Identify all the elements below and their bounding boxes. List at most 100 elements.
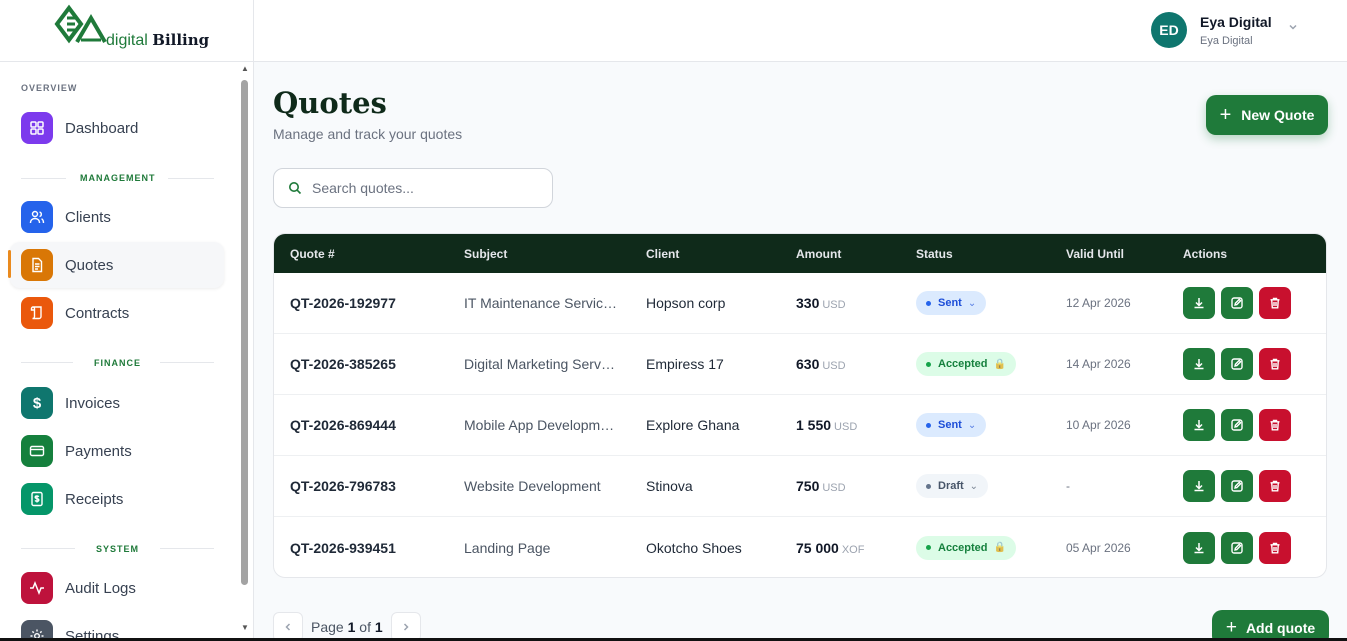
scroll-down-icon[interactable]: ▼ bbox=[240, 623, 250, 632]
sidebar-item-settings[interactable]: Settings bbox=[10, 613, 224, 641]
scrollbar-thumb[interactable] bbox=[241, 80, 248, 585]
next-page-button[interactable] bbox=[390, 612, 421, 641]
download-icon bbox=[1192, 418, 1206, 432]
status-label: Accepted bbox=[938, 541, 988, 554]
status-badge[interactable]: Sent ⌄ bbox=[916, 413, 987, 437]
table-row[interactable]: QT-2026-192977 IT Maintenance Servic… Hops… bbox=[274, 273, 1326, 334]
delete-button[interactable] bbox=[1259, 287, 1291, 319]
status-dot-icon bbox=[926, 422, 931, 428]
receipt-icon bbox=[21, 483, 53, 515]
sidebar-scrollbar[interactable]: ▲ ▼ bbox=[240, 62, 250, 641]
col-header-amount[interactable]: Amount bbox=[796, 247, 841, 261]
quote-client: Hopson corp bbox=[646, 295, 726, 311]
quote-number[interactable]: QT-2026-385265 bbox=[290, 356, 396, 372]
col-header-quote-number[interactable]: Quote # bbox=[290, 247, 335, 261]
app-root: digital Billing OVERVIEW Dashboard MANAG… bbox=[0, 0, 1347, 641]
search-input[interactable] bbox=[312, 180, 532, 196]
status-badge[interactable]: Sent ⌄ bbox=[916, 291, 987, 315]
edit-icon bbox=[1230, 357, 1244, 371]
chevron-down-icon[interactable] bbox=[1287, 21, 1299, 36]
col-header-subject[interactable]: Subject bbox=[464, 247, 507, 261]
download-button[interactable] bbox=[1183, 470, 1215, 502]
chevron-down-icon: ⌄ bbox=[967, 419, 977, 431]
quote-number[interactable]: QT-2026-869444 bbox=[290, 417, 396, 433]
amount-currency: USD bbox=[822, 360, 846, 372]
delete-button[interactable] bbox=[1259, 470, 1291, 502]
logo[interactable]: digital Billing bbox=[0, 0, 253, 62]
sidebar-item-clients[interactable]: Clients bbox=[10, 194, 224, 240]
valid-until: - bbox=[1066, 479, 1070, 493]
table-row[interactable]: QT-2026-939451 Landing Page Okotcho Shoes 7… bbox=[274, 517, 1326, 577]
quote-subject: Mobile App Developm… bbox=[464, 417, 615, 433]
status-badge[interactable]: Accepted 🔒 bbox=[916, 352, 1016, 376]
edit-button[interactable] bbox=[1221, 531, 1253, 564]
row-actions bbox=[1183, 409, 1291, 441]
amount-currency: XOF bbox=[841, 543, 865, 556]
edit-button[interactable] bbox=[1221, 470, 1253, 502]
dollar-icon: $ bbox=[21, 387, 53, 419]
quote-number[interactable]: QT-2026-796783 bbox=[290, 478, 396, 494]
col-header-valid-until[interactable]: Valid Until bbox=[1066, 247, 1124, 261]
table-row[interactable]: QT-2026-796783 Website Development Stinova… bbox=[274, 456, 1326, 517]
delete-button[interactable] bbox=[1259, 531, 1291, 564]
table-row[interactable]: QT-2026-869444 Mobile App Developm… Explor… bbox=[274, 395, 1326, 456]
new-quote-button[interactable]: + New Quote bbox=[1206, 95, 1328, 135]
logo-mark-icon bbox=[54, 4, 107, 44]
divider bbox=[21, 362, 73, 363]
user-name[interactable]: Eya Digital bbox=[1200, 14, 1272, 30]
status-dot-icon bbox=[926, 361, 931, 367]
chevron-down-icon: ⌄ bbox=[967, 297, 977, 309]
avatar[interactable]: ED bbox=[1151, 12, 1187, 48]
divider bbox=[21, 548, 75, 549]
activity-icon bbox=[21, 572, 53, 604]
add-quote-button[interactable]: + Add quote bbox=[1212, 610, 1329, 641]
sidebar-item-payments[interactable]: Payments bbox=[10, 428, 224, 474]
sidebar-item-contracts[interactable]: Contracts bbox=[10, 290, 224, 336]
scroll-up-icon[interactable]: ▲ bbox=[240, 64, 250, 73]
sidebar-item-invoices[interactable]: $ Invoices bbox=[10, 380, 224, 426]
quote-number[interactable]: QT-2026-939451 bbox=[290, 540, 396, 556]
credit-card-icon bbox=[21, 435, 53, 467]
edit-button[interactable] bbox=[1221, 409, 1253, 441]
quote-amount: 630 USD bbox=[796, 356, 846, 372]
download-button[interactable] bbox=[1183, 348, 1215, 380]
pagination: Page 1 of 1 bbox=[273, 612, 421, 641]
active-indicator bbox=[8, 250, 11, 278]
sidebar-item-dashboard[interactable]: Dashboard bbox=[10, 105, 224, 151]
sidebar-item-label: Quotes bbox=[65, 256, 114, 274]
table-row[interactable]: QT-2026-385265 Digital Marketing Serv… Emp… bbox=[274, 334, 1326, 395]
status-cell: Draft ⌄ bbox=[916, 474, 989, 498]
sidebar-item-receipts[interactable]: Receipts bbox=[10, 476, 224, 522]
status-cell: Sent ⌄ bbox=[916, 291, 987, 315]
status-badge[interactable]: Accepted 🔒 bbox=[916, 535, 1016, 560]
lock-icon: 🔒 bbox=[993, 358, 1006, 370]
total-pages: 1 bbox=[374, 619, 383, 635]
amount-value: 630 bbox=[796, 356, 820, 372]
download-button[interactable] bbox=[1183, 409, 1215, 441]
quote-client: Explore Ghana bbox=[646, 417, 740, 433]
col-header-client[interactable]: Client bbox=[646, 247, 679, 261]
amount-value: 330 bbox=[796, 295, 820, 311]
prev-page-button[interactable] bbox=[273, 612, 303, 641]
current-page: 1 bbox=[347, 619, 356, 635]
quote-client: Empiress 17 bbox=[646, 356, 724, 372]
sidebar-item-quotes[interactable]: Quotes bbox=[10, 242, 224, 288]
quote-client: Okotcho Shoes bbox=[646, 539, 742, 556]
amount-value: 750 bbox=[796, 478, 820, 494]
delete-button[interactable] bbox=[1259, 348, 1291, 380]
status-badge[interactable]: Draft ⌄ bbox=[916, 474, 989, 498]
quote-number[interactable]: QT-2026-192977 bbox=[290, 295, 396, 311]
row-actions bbox=[1183, 470, 1291, 502]
delete-button[interactable] bbox=[1259, 409, 1291, 441]
lock-icon: 🔒 bbox=[993, 542, 1006, 553]
edit-button[interactable] bbox=[1221, 287, 1253, 319]
edit-button[interactable] bbox=[1221, 348, 1253, 380]
top-header: ED Eya Digital Eya Digital bbox=[254, 0, 1347, 62]
download-button[interactable] bbox=[1183, 287, 1215, 319]
sidebar-item-audit-logs[interactable]: Audit Logs bbox=[10, 565, 224, 611]
search-box[interactable] bbox=[273, 168, 553, 208]
edit-icon bbox=[1230, 479, 1244, 493]
edit-icon bbox=[1230, 418, 1244, 432]
col-header-status[interactable]: Status bbox=[916, 247, 953, 261]
download-button[interactable] bbox=[1183, 531, 1215, 564]
